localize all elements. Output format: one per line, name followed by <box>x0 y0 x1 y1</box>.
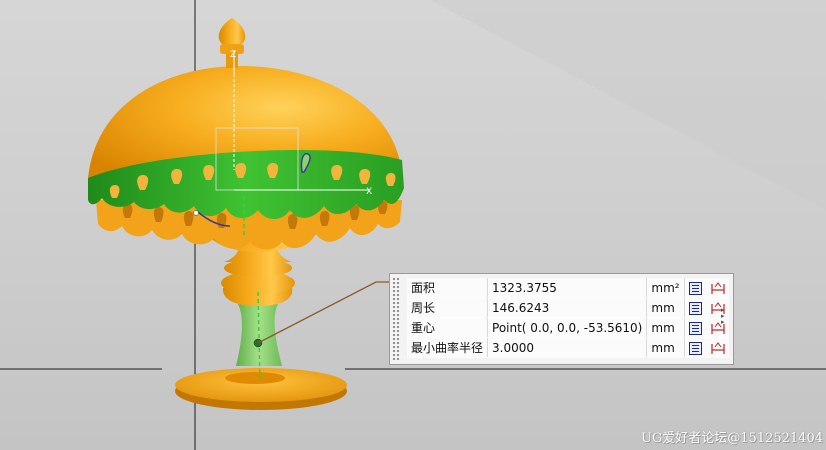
measurement-row[interactable]: 重心 Point( 0.0, 0.0, -53.5610) mm <box>407 317 729 338</box>
measurement-value: Point( 0.0, 0.0, -53.5610) <box>487 317 648 338</box>
calculator-icon-cell[interactable] <box>684 317 707 338</box>
calculator-icon[interactable] <box>689 321 703 335</box>
calculator-icon[interactable] <box>689 301 703 315</box>
forum-watermark: UG爱好者论坛@1512521404 <box>640 431 823 446</box>
measurement-label: 最小曲率半径 <box>407 337 489 358</box>
measurement-row[interactable]: 周长 146.6243 mm <box>407 297 729 318</box>
measurement-row[interactable]: 面积 1323.3755 mm² <box>407 278 729 298</box>
measurement-value: 1323.3755 <box>487 278 648 298</box>
z-axis-label: Z <box>230 50 236 60</box>
lamp-base[interactable] <box>175 368 347 410</box>
measurement-row[interactable]: 最小曲率半径 3.0000 mm <box>407 337 729 358</box>
dimension-icon-cell[interactable] <box>706 278 729 298</box>
edge-vertex-point <box>193 210 199 216</box>
measurement-unit: mm <box>646 297 685 318</box>
calculator-icon-cell[interactable] <box>684 297 707 318</box>
measurement-value: 3.0000 <box>487 337 648 358</box>
calculator-icon-cell[interactable] <box>684 278 707 298</box>
graphics-viewport[interactable]: Z X <box>0 0 826 450</box>
measurement-value: 146.6243 <box>487 297 648 318</box>
dimension-icon[interactable] <box>710 281 726 295</box>
panel-expand-arrows[interactable]: ▸ ▸ ▸ <box>721 307 731 333</box>
dimension-icon[interactable] <box>710 341 726 355</box>
calculator-icon[interactable] <box>689 281 703 295</box>
measurement-label: 面积 <box>407 278 489 298</box>
calculator-icon[interactable] <box>689 341 703 355</box>
measurement-unit: mm <box>646 317 685 338</box>
measurement-table: 面积 1323.3755 mm² 周长 146.6243 mm 重心 Point( 0.0, … <box>407 278 729 358</box>
measurement-unit: mm <box>646 337 685 358</box>
x-axis-label: X <box>366 187 372 197</box>
dimension-icon-cell[interactable] <box>706 337 729 358</box>
expand-arrow-3[interactable]: ▸ <box>721 319 731 326</box>
panel-drag-grip[interactable] <box>392 277 400 361</box>
lamp-finial[interactable] <box>218 18 246 68</box>
background-shade <box>430 0 826 210</box>
measurement-unit: mm² <box>646 278 685 298</box>
measurement-label: 周长 <box>407 297 489 318</box>
measurement-label: 重心 <box>407 317 489 338</box>
lamp-model-view[interactable]: Z X <box>0 0 826 450</box>
measurement-result-panel[interactable]: 面积 1323.3755 mm² 周长 146.6243 mm 重心 Point( 0.0, … <box>389 273 734 365</box>
calculator-icon-cell[interactable] <box>684 337 707 358</box>
